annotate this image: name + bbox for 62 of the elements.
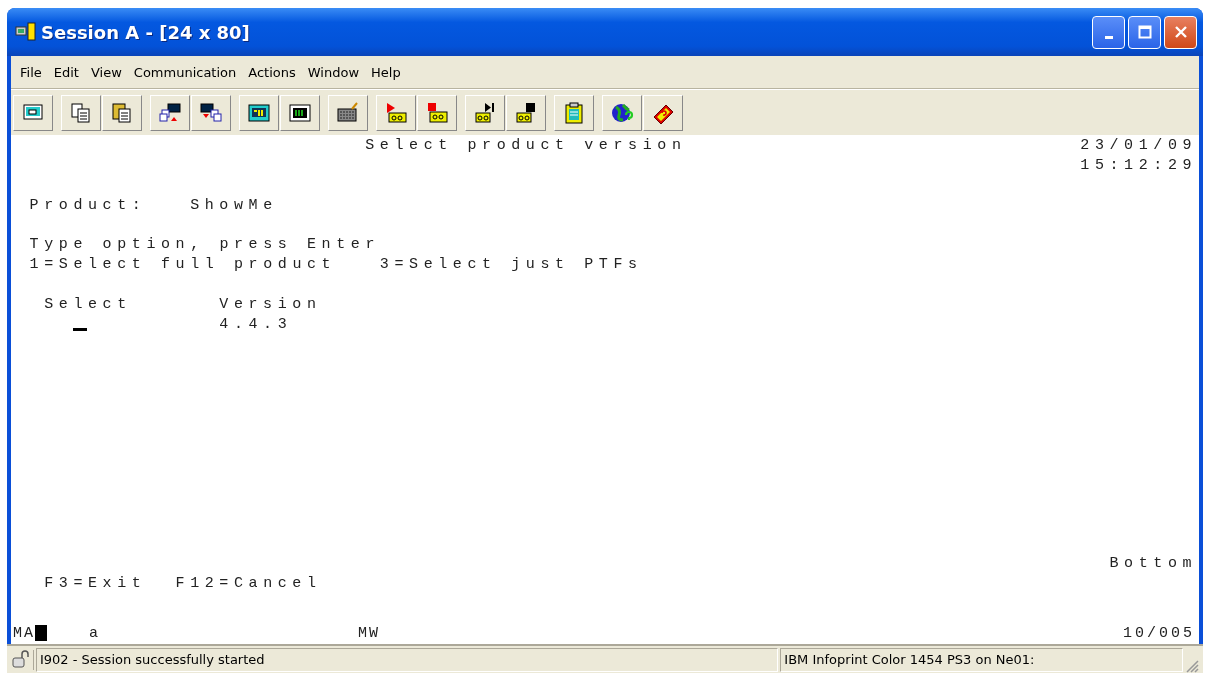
time-text: 15:12:29 [1080, 155, 1198, 176]
terminal-app-icon [15, 22, 37, 42]
option-text: 1=Select full product [29, 255, 337, 276]
send-file-button[interactable] [150, 94, 190, 131]
copy-button[interactable] [61, 94, 101, 131]
stop-icon [425, 100, 449, 125]
globe-button[interactable] [602, 94, 642, 131]
close-icon [1173, 25, 1188, 39]
close-button[interactable] [1164, 15, 1197, 49]
shift-indicator: a [89, 624, 101, 642]
stop-icon [514, 100, 538, 125]
screen-button[interactable] [239, 94, 279, 131]
menu-item[interactable]: View [84, 64, 128, 80]
window-title: Session A - [24 x 80] [41, 21, 250, 43]
play-button[interactable] [465, 94, 505, 131]
function-key: F3=Exit [44, 573, 147, 594]
keyboard-button[interactable] [328, 94, 368, 131]
maximize-icon [1137, 25, 1152, 39]
date-text: 23/01/09 [1080, 136, 1198, 156]
menu-item[interactable]: File [14, 64, 48, 80]
paste-button[interactable] [102, 94, 142, 131]
display-button[interactable] [13, 94, 53, 131]
menu-item[interactable]: Communication [127, 64, 243, 80]
screen-title: Select product version [365, 136, 687, 156]
clipboard-icon [562, 100, 586, 125]
record-icon [384, 100, 408, 125]
status-indicator: MA [13, 624, 35, 642]
keyboard-icon [336, 100, 360, 125]
stop-button[interactable] [506, 94, 546, 131]
option-text: 3=Select just PTFs [379, 255, 643, 276]
status-message: I902 - Session successfully started [36, 647, 779, 672]
screen-button[interactable] [280, 94, 320, 131]
menu-item[interactable]: Window [301, 64, 366, 80]
resize-grip[interactable] [1185, 659, 1199, 673]
paste-icon [110, 100, 134, 125]
clipboard-button[interactable] [554, 94, 594, 131]
maximize-button[interactable] [1128, 15, 1161, 49]
more-indicator: Bottom [1109, 553, 1198, 574]
table-cell: 4.4.3 [219, 315, 293, 335]
column-header: Select [44, 295, 132, 315]
record-button[interactable] [376, 94, 416, 131]
play-icon [473, 100, 497, 125]
menu-item[interactable]: Help [365, 64, 407, 80]
receive-file-button[interactable] [191, 94, 231, 131]
send-file-icon [158, 100, 182, 125]
cursor-position: 10/005 [1123, 624, 1195, 642]
copy-icon [69, 100, 93, 125]
receive-file-icon [199, 100, 223, 125]
input-inhibited-block [35, 625, 47, 641]
printer-status: IBM Infoprint Color 1454 PS3 on Ne01: [780, 647, 1183, 672]
field-label: Product: [29, 195, 147, 216]
column-header: Version [219, 295, 322, 315]
minimize-button[interactable] [1092, 15, 1125, 49]
field-value: ShowMe [190, 195, 278, 216]
minimize-icon [1104, 35, 1113, 39]
instruction-text: Type option, press Enter [29, 235, 381, 256]
menu-item[interactable]: Edit [47, 64, 85, 80]
mode-indicator: MW [358, 624, 381, 642]
function-key: F12=Cancel [175, 573, 322, 594]
menu-item[interactable]: Actions [242, 64, 302, 80]
padlock-icon [11, 649, 34, 670]
input-field[interactable] [73, 327, 88, 331]
